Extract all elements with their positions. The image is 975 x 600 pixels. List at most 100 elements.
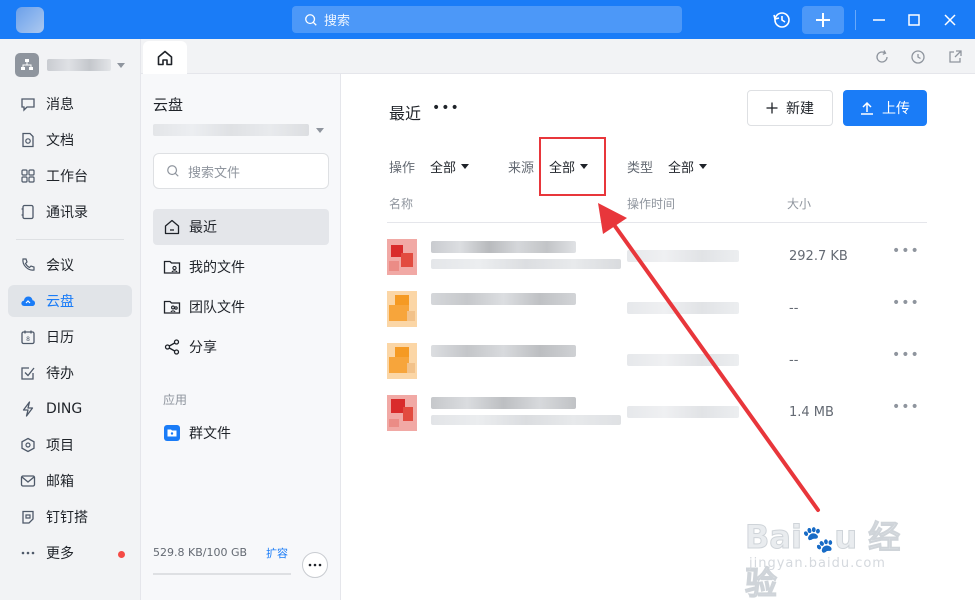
table-row[interactable]: 292.7 KB ••• xyxy=(387,231,927,283)
user-avatar[interactable] xyxy=(16,7,44,33)
file-name-blurred xyxy=(431,241,576,253)
home-icon xyxy=(164,219,180,235)
drive-item-recent[interactable]: 最近 xyxy=(153,209,329,245)
new-button[interactable]: 新建 xyxy=(747,90,833,126)
table-header-divider xyxy=(387,222,927,223)
left-navigation: 消息 文档 工作台 通讯录 会议 云盘 8 日历 待办 DING 项目 邮箱 钉… xyxy=(0,39,141,600)
mail-icon xyxy=(20,475,36,487)
nav-item-cloud-drive[interactable]: 云盘 xyxy=(8,285,132,317)
history-button[interactable] xyxy=(769,7,795,33)
refresh-icon[interactable] xyxy=(874,49,890,65)
upload-button[interactable]: 上传 xyxy=(843,90,927,126)
expand-storage-link[interactable]: 扩容 xyxy=(266,545,288,561)
nav-item-mail[interactable]: 邮箱 xyxy=(8,465,132,497)
storage-usage: 529.8 KB/100 GB xyxy=(153,546,248,559)
file-name-blurred xyxy=(431,397,576,409)
caret-down-icon xyxy=(117,62,125,68)
builder-icon xyxy=(22,510,34,524)
org-icon xyxy=(15,53,39,77)
drive-title: 云盘 xyxy=(153,96,184,114)
org-switcher[interactable] xyxy=(15,53,125,77)
storage-bar xyxy=(153,573,291,575)
calendar-icon: 8 xyxy=(21,330,35,345)
file-path-blurred xyxy=(431,415,621,425)
caret-down-icon[interactable] xyxy=(316,128,324,133)
cloud-icon xyxy=(21,296,35,306)
search-icon xyxy=(305,13,317,26)
nav-item-project[interactable]: 项目 xyxy=(8,429,132,461)
column-header-size: 大小 xyxy=(787,197,812,211)
title-more-button[interactable]: ••• xyxy=(432,100,460,116)
operation-time-blurred xyxy=(627,302,739,314)
nav-item-contacts[interactable]: 通讯录 xyxy=(8,196,132,228)
plus-icon xyxy=(816,13,830,27)
nav-item-docs[interactable]: 文档 xyxy=(8,124,132,156)
file-name-blurred xyxy=(431,293,576,305)
drive-item-group-files[interactable]: 群文件 xyxy=(153,415,329,451)
history-icon xyxy=(773,12,790,28)
filter-label-source: 来源 xyxy=(508,161,535,176)
filter-label-operation: 操作 xyxy=(389,161,416,176)
filter-label-type: 类型 xyxy=(627,161,654,176)
plus-icon xyxy=(766,102,778,114)
recent-history-icon[interactable] xyxy=(910,49,926,65)
file-red-icon xyxy=(387,239,417,275)
nav-item-calendar[interactable]: 8 日历 xyxy=(8,321,132,353)
drive-account-blurred xyxy=(153,124,309,136)
search-placeholder: 搜索 xyxy=(324,14,351,29)
my-files-icon xyxy=(163,260,181,274)
table-row[interactable]: 1.4 MB ••• xyxy=(387,387,927,439)
operation-time-blurred xyxy=(627,250,739,262)
more-icon xyxy=(308,563,322,567)
phone-icon xyxy=(22,258,35,271)
nav-item-messages[interactable]: 消息 xyxy=(8,88,132,120)
group-files-icon xyxy=(164,425,180,441)
row-more-button[interactable]: ••• xyxy=(892,295,920,311)
open-external-icon[interactable] xyxy=(947,49,963,65)
tab-strip xyxy=(141,39,975,75)
nav-item-builder[interactable]: 钉钉搭 xyxy=(8,501,132,533)
drive-item-share[interactable]: 分享 xyxy=(153,329,329,365)
doc-icon xyxy=(22,132,34,148)
nav-item-more[interactable]: 更多 xyxy=(8,537,132,569)
home-icon xyxy=(157,50,173,66)
nav-item-meeting[interactable]: 会议 xyxy=(8,249,132,281)
maximize-button[interactable] xyxy=(901,7,927,33)
file-size: 292.7 KB xyxy=(789,249,848,264)
svg-text:8: 8 xyxy=(26,336,30,343)
global-search-input[interactable]: 搜索 xyxy=(292,6,682,33)
row-more-button[interactable]: ••• xyxy=(892,399,920,415)
table-row[interactable]: -- ••• xyxy=(387,335,927,387)
filter-type-dropdown[interactable]: 全部 xyxy=(668,157,708,176)
drive-sidebar: 云盘 搜索文件 最近 我的文件 团队文件 分享 应用 群文件 529.8 KB/… xyxy=(141,74,341,600)
table-row[interactable]: -- ••• xyxy=(387,283,927,335)
drive-item-my-files[interactable]: 我的文件 xyxy=(153,249,329,285)
nav-item-workbench[interactable]: 工作台 xyxy=(8,160,132,192)
nav-item-ding[interactable]: DING xyxy=(8,393,132,425)
file-search-input[interactable]: 搜索文件 xyxy=(153,153,329,189)
apps-section-title: 应用 xyxy=(163,393,188,407)
lightning-icon xyxy=(22,401,34,417)
row-more-button[interactable]: ••• xyxy=(892,243,920,259)
minimize-button[interactable] xyxy=(866,7,892,33)
file-size: -- xyxy=(789,353,799,368)
close-icon xyxy=(944,14,956,26)
drive-more-button[interactable] xyxy=(302,552,328,578)
tab-home[interactable] xyxy=(143,41,187,75)
close-button[interactable] xyxy=(937,7,963,33)
nav-divider xyxy=(16,239,124,240)
filter-operation-dropdown[interactable]: 全部 xyxy=(430,157,470,176)
nav-item-todo[interactable]: 待办 xyxy=(8,357,132,389)
file-search-placeholder: 搜索文件 xyxy=(188,165,241,181)
watermark-url: jingyan.baidu.com xyxy=(749,556,886,571)
row-more-button[interactable]: ••• xyxy=(892,347,920,363)
column-header-time: 操作时间 xyxy=(627,197,676,211)
more-icon xyxy=(21,551,35,555)
share-icon xyxy=(164,339,180,355)
create-button[interactable] xyxy=(802,6,844,34)
baidu-jingyan-watermark: Bai🐾u 经验 jingyan.baidu.com xyxy=(744,512,925,600)
drive-item-team-files[interactable]: 团队文件 xyxy=(153,289,329,325)
caret-down-icon xyxy=(461,164,470,169)
team-files-icon xyxy=(163,300,181,314)
file-name-blurred xyxy=(431,345,576,357)
